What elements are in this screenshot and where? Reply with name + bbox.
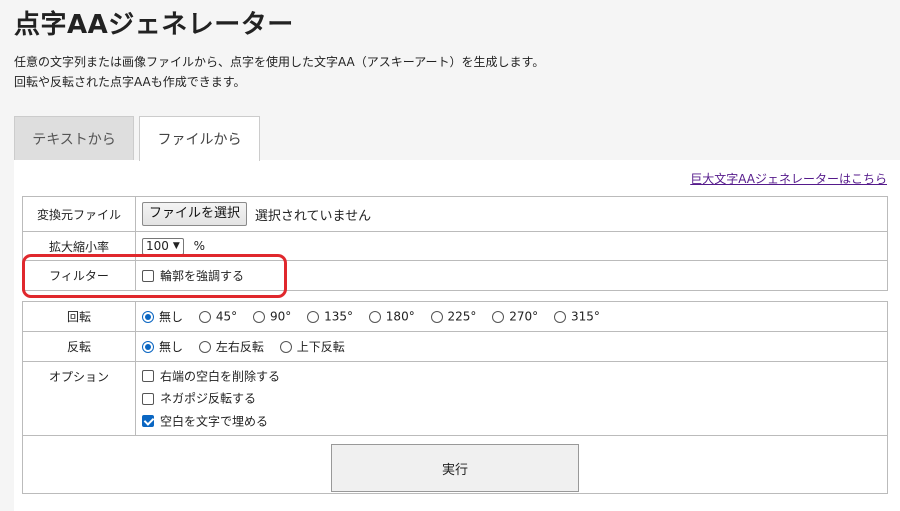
- scale-select[interactable]: 100 ▼: [142, 237, 184, 255]
- rotate-radio-90[interactable]: [252, 310, 265, 323]
- page-title: 点字AAジェネレーター: [14, 10, 294, 40]
- chevron-down-icon: ▼: [172, 241, 180, 251]
- flip-label: 反転: [22, 331, 136, 362]
- file-cell: ファイルを選択 選択されていません: [135, 196, 888, 232]
- tab-file[interactable]: ファイルから: [139, 116, 260, 161]
- page-description: 任意の文字列または画像ファイルから、点字を使用した文字AA（アスキーアート）を生…: [14, 52, 544, 92]
- giant-text-generator-link[interactable]: 巨大文字AAジェネレーターはこちら: [690, 170, 887, 187]
- filter-cell: 輪郭を強調する: [135, 260, 888, 291]
- option-row: 右端の空白を削除する: [142, 365, 887, 388]
- rotate-radio-315[interactable]: [554, 310, 566, 323]
- file-status: 選択されていません: [254, 208, 372, 224]
- file-label: 変換元ファイル: [22, 196, 136, 232]
- rotate-radio-180[interactable]: [368, 310, 381, 323]
- rotate-option-label: 135°: [324, 309, 353, 324]
- rotate-option-label: 無し: [159, 310, 184, 324]
- scale-label: 拡大縮小率: [22, 231, 136, 261]
- flip-radio-none[interactable]: [142, 340, 154, 353]
- rotate-option-label: 270°: [509, 309, 539, 324]
- flip-option-label: 上下反転: [296, 340, 345, 354]
- rotate-radio-225[interactable]: [430, 310, 443, 323]
- edge-enhance-label: 輪郭を強調する: [160, 269, 245, 283]
- flip-radio-vertical[interactable]: [279, 340, 292, 353]
- options-cell: 右端の空白を削除する ネガポジ反転する 空白を文字で埋める: [135, 361, 888, 436]
- scale-value: 100: [146, 239, 169, 253]
- description-line-2: 回転や反転された点字AAも作成できます。: [14, 75, 246, 89]
- fill-blank-checkbox[interactable]: [142, 415, 154, 428]
- flip-options: 無し 左右反転 上下反転: [135, 331, 888, 362]
- edge-enhance-checkbox[interactable]: [142, 269, 154, 282]
- invert-checkbox[interactable]: [142, 392, 154, 405]
- scale-unit: %: [193, 239, 206, 253]
- rotate-label: 回転: [22, 301, 136, 332]
- rotate-radio-none[interactable]: [142, 310, 154, 323]
- trim-right-checkbox[interactable]: [142, 370, 154, 383]
- rotate-radio-135[interactable]: [307, 310, 320, 323]
- rotate-option-label: 225°: [447, 309, 477, 324]
- option-label: ネガポジ反転する: [160, 391, 257, 406]
- option-label: 空白を文字で埋める: [160, 414, 269, 429]
- choose-file-button[interactable]: ファイルを選択: [142, 202, 248, 226]
- tab-text[interactable]: テキストから: [14, 116, 134, 160]
- scale-cell: 100 ▼ %: [135, 231, 888, 261]
- rotate-radio-270[interactable]: [492, 310, 505, 323]
- flip-radio-horizontal[interactable]: [198, 340, 211, 353]
- rotate-option-label: 180°: [385, 309, 415, 324]
- options-label: オプション: [22, 361, 136, 436]
- rotate-option-label: 90°: [269, 309, 292, 324]
- flip-option-label: 無し: [159, 340, 184, 354]
- rotate-option-label: 315°: [571, 309, 600, 324]
- rotate-options: 無し 45° 90° 135° 180° 225° 270° 315°: [135, 301, 888, 332]
- option-row: 空白を文字で埋める: [142, 410, 887, 433]
- input-settings-table: 変換元ファイル ファイルを選択 選択されていません 拡大縮小率 100 ▼ % …: [22, 196, 888, 291]
- form-panel: 巨大文字AAジェネレーターはこちら 変換元ファイル ファイルを選択 選択されてい…: [14, 160, 900, 511]
- filter-label: フィルター: [22, 260, 136, 291]
- flip-option-label: 左右反転: [215, 340, 264, 354]
- option-label: 右端の空白を削除する: [160, 369, 281, 384]
- rotate-option-label: 45°: [215, 309, 238, 324]
- description-line-1: 任意の文字列または画像ファイルから、点字を使用した文字AA（アスキーアート）を生…: [14, 55, 545, 69]
- run-button[interactable]: 実行: [331, 444, 579, 492]
- option-row: ネガポジ反転する: [142, 387, 887, 410]
- rotate-radio-45[interactable]: [198, 310, 211, 323]
